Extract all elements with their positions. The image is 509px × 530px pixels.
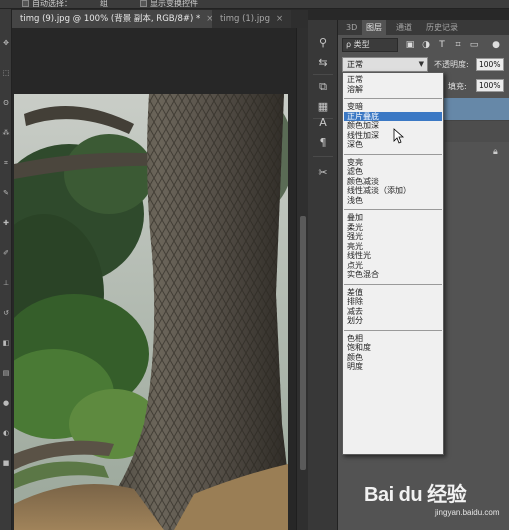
healing-tool-icon[interactable]: ✚: [2, 219, 10, 227]
tab-label: timg (9).jpg @ 100% (背景 副本, RGB/8#) *: [20, 14, 201, 24]
blend-row: 正常 ▼ 不透明度: 100%: [342, 57, 505, 72]
blend-mode-option[interactable]: 线性光: [344, 251, 442, 261]
blend-mode-option[interactable]: 色相: [344, 334, 442, 344]
panel-tabs: 3D 图层 通道 历史记录: [338, 20, 509, 35]
brush-preset-icon[interactable]: ▦: [316, 100, 330, 114]
marquee-tool-icon[interactable]: ⬚: [2, 69, 10, 77]
blend-mode-option[interactable]: 线性减淡（添加）: [344, 186, 442, 196]
mouse-cursor-icon: [393, 128, 405, 144]
pixel-filter-icon[interactable]: ▣: [404, 39, 416, 51]
blend-mode-option[interactable]: 饱和度: [344, 343, 442, 353]
tab-history[interactable]: 历史记录: [422, 20, 462, 35]
fill-label: 填充:: [448, 82, 467, 91]
chevron-down-icon: ▼: [418, 60, 424, 68]
adjust-icon[interactable]: ⇆: [316, 56, 330, 70]
auto-select-dropdown[interactable]: 组: [100, 0, 108, 9]
tab-layers[interactable]: 图层: [362, 20, 386, 35]
blend-mode-option[interactable]: 实色混合: [344, 270, 442, 280]
tools-icon[interactable]: ✂: [316, 166, 330, 180]
tab-timg-1[interactable]: timg (1).jpg ×: [212, 10, 292, 28]
blend-mode-option[interactable]: 溶解: [344, 85, 442, 95]
type-filter-icon[interactable]: T: [436, 39, 448, 51]
move-tool-icon[interactable]: ✥: [2, 39, 10, 47]
blend-mode-option[interactable]: 颜色减淡: [344, 177, 442, 187]
blend-mode-option[interactable]: 变亮: [344, 158, 442, 168]
canvas-scrollbar[interactable]: [296, 28, 308, 530]
blend-mode-value: 正常: [347, 60, 363, 69]
history-brush-icon[interactable]: ↺: [2, 309, 10, 317]
wand-tool-icon[interactable]: ⁂: [2, 129, 10, 137]
dodge-tool-icon[interactable]: ◐: [2, 429, 10, 437]
puppet-icon[interactable]: ⚲: [316, 36, 330, 50]
blend-mode-option[interactable]: 滤色: [344, 167, 442, 177]
adjustment-filter-icon[interactable]: ◑: [420, 39, 432, 51]
lock-icon: 🔒︎: [493, 147, 498, 157]
blend-mode-separator: [344, 209, 442, 210]
blend-mode-option[interactable]: 明度: [344, 362, 442, 372]
options-bar: 自动选择： 组 显示变换控件: [0, 0, 509, 9]
tools-panel: ✥ ⬚ ʘ ⁂ ⌗ ✎ ✚ ✐ ⊥ ↺ ◧ ▤ ● ◐ ■: [0, 9, 12, 530]
tab-timg-9[interactable]: timg (9).jpg @ 100% (背景 副本, RGB/8#) * ×: [12, 10, 222, 28]
blend-mode-separator: [344, 153, 442, 155]
opacity-label: 不透明度:: [434, 60, 469, 69]
blend-mode-option[interactable]: 排除: [344, 297, 442, 307]
blend-mode-option[interactable]: 柔光: [344, 223, 442, 233]
auto-select-checkbox[interactable]: [22, 0, 29, 7]
close-icon[interactable]: ×: [276, 14, 283, 24]
smart-object-filter-icon[interactable]: ▭: [468, 39, 480, 51]
stamp-tool-icon[interactable]: ⊥: [2, 279, 10, 287]
show-transform-checkbox[interactable]: [140, 0, 147, 7]
blend-mode-option[interactable]: 差值: [344, 288, 442, 298]
fill-input[interactable]: 100%: [476, 79, 504, 92]
auto-select-label: 自动选择：: [32, 0, 72, 8]
watermark-url: jingyan.baidu.com: [435, 508, 500, 517]
color-swatch-icon[interactable]: ■: [2, 459, 10, 467]
blend-mode-option[interactable]: 叠加: [344, 213, 442, 223]
blur-tool-icon[interactable]: ●: [2, 399, 10, 407]
history-icon[interactable]: ⧉: [316, 80, 330, 94]
crop-tool-icon[interactable]: ⌗: [2, 159, 10, 167]
baidu-watermark: Bai du 经验 jingyan.baidu.com: [360, 478, 509, 528]
eyedropper-tool-icon[interactable]: ✎: [2, 189, 10, 197]
blend-mode-select[interactable]: 正常 ▼: [342, 57, 428, 72]
blend-mode-option[interactable]: 划分: [344, 316, 442, 326]
blend-mode-option[interactable]: 减去: [344, 307, 442, 317]
blend-mode-option[interactable]: 点光: [344, 261, 442, 271]
paragraph-icon[interactable]: ¶: [316, 136, 330, 150]
blend-mode-separator: [344, 329, 442, 331]
tab-channels[interactable]: 通道: [392, 20, 416, 35]
lasso-tool-icon[interactable]: ʘ: [2, 99, 10, 107]
filter-toggle-icon[interactable]: ●: [490, 39, 502, 51]
tree-photo: [14, 94, 288, 530]
blend-mode-option[interactable]: 亮光: [344, 242, 442, 252]
blend-mode-option[interactable]: 浅色: [344, 196, 442, 206]
brush-tool-icon[interactable]: ✐: [2, 249, 10, 257]
photoshop-window: 自动选择： 组 显示变换控件 ✥ ⬚ ʘ ⁂ ⌗ ✎ ✚ ✐ ⊥ ↺ ◧ ▤ ●…: [0, 0, 509, 530]
blend-mode-separator: [344, 283, 442, 285]
panel-icon-column: ⚲ ⇆ ⧉ ▦ A ¶ ✂: [308, 20, 338, 530]
opacity-input[interactable]: 100%: [476, 58, 504, 71]
blend-mode-option[interactable]: 正常: [344, 75, 442, 85]
tab-3d[interactable]: 3D: [342, 20, 361, 35]
eraser-tool-icon[interactable]: ◧: [2, 339, 10, 347]
layer-filter-row: ρ 类型 ▣ ◑ T ⌗ ▭ ●: [342, 38, 505, 52]
shape-filter-icon[interactable]: ⌗: [452, 39, 464, 51]
tab-label: timg (1).jpg: [220, 14, 270, 24]
blend-mode-option[interactable]: 变暗: [344, 102, 442, 112]
filter-kind-select[interactable]: ρ 类型: [342, 38, 398, 52]
scroll-thumb[interactable]: [300, 216, 306, 470]
gradient-tool-icon[interactable]: ▤: [2, 369, 10, 377]
watermark-logo-text: Bai du 经验: [364, 484, 467, 506]
blend-mode-option[interactable]: 正片叠底: [344, 111, 442, 121]
blend-mode-option[interactable]: 颜色: [344, 353, 442, 363]
blend-mode-separator: [344, 98, 442, 99]
character-icon[interactable]: A: [316, 116, 330, 130]
show-transform-label: 显示变换控件: [150, 0, 198, 8]
document-canvas[interactable]: [12, 28, 308, 530]
blend-mode-option[interactable]: 强光: [344, 232, 442, 242]
document-tabs: timg (9).jpg @ 100% (背景 副本, RGB/8#) * × t…: [12, 10, 308, 28]
